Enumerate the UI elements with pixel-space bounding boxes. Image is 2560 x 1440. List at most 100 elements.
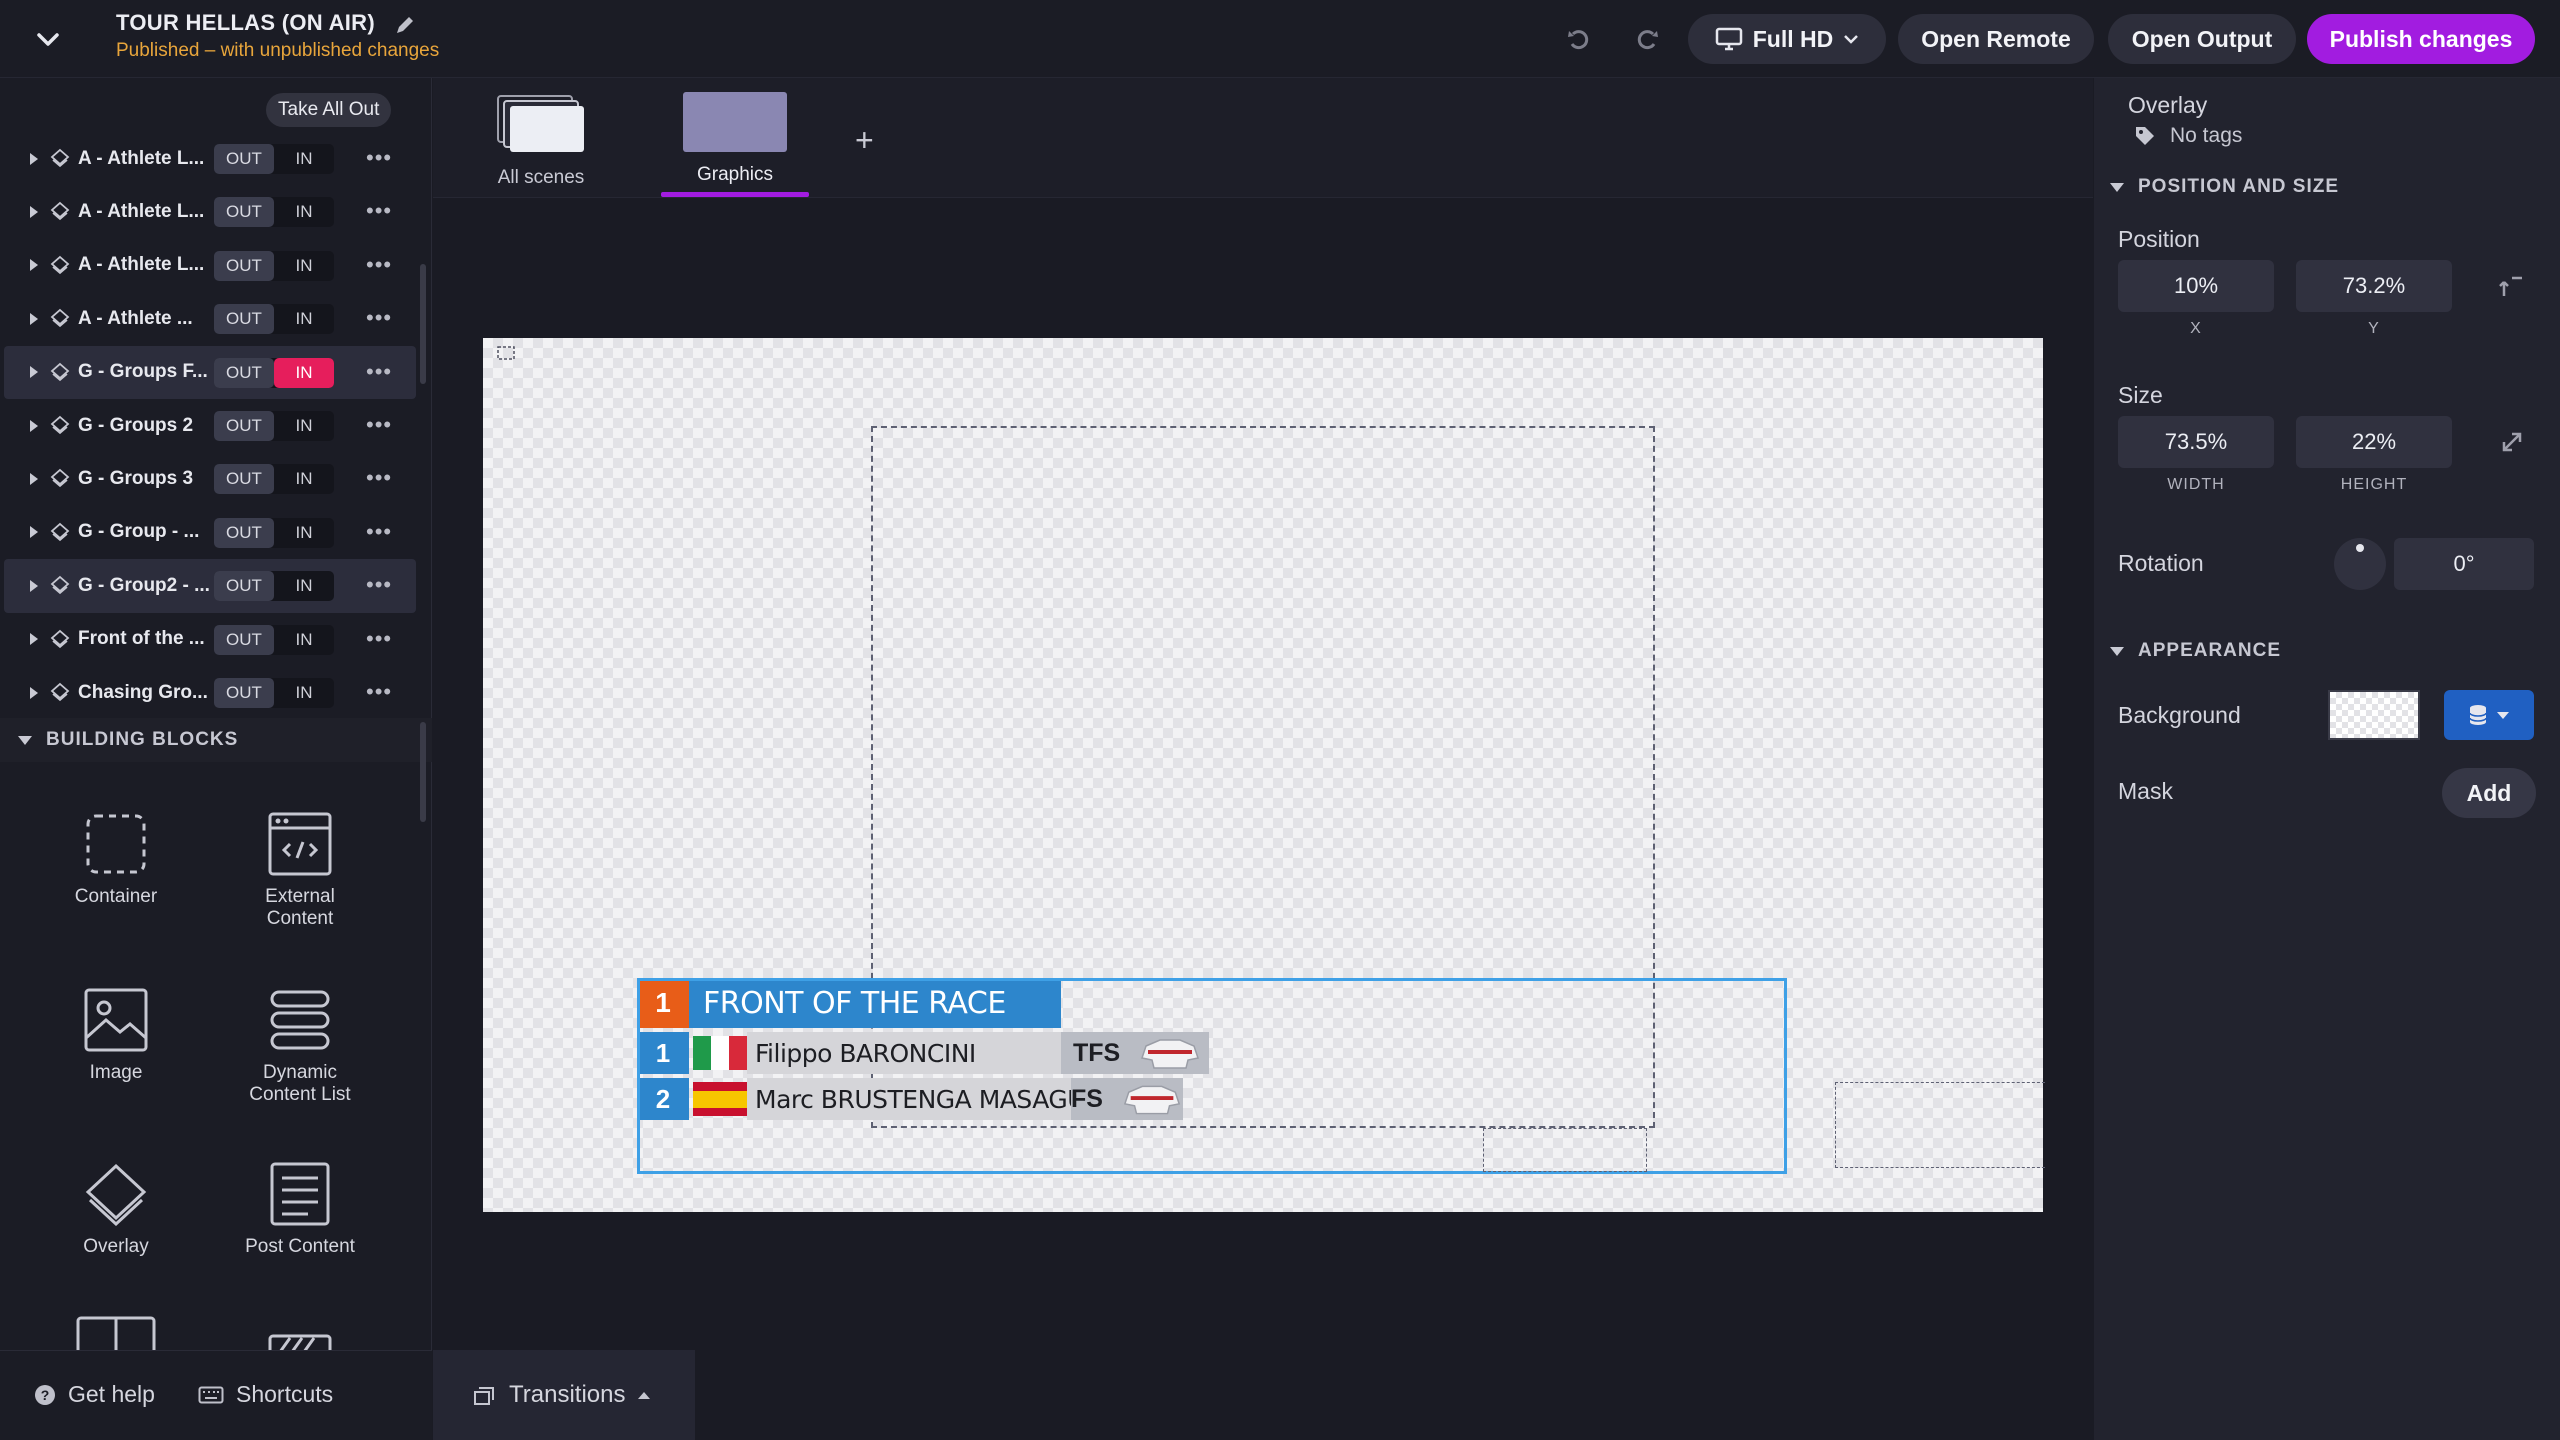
tags-row[interactable]: No tags — [2134, 124, 2242, 148]
add-mask-button[interactable]: Add — [2442, 768, 2536, 818]
rotation-input[interactable]: 0° — [2394, 538, 2534, 590]
out-button[interactable]: OUT — [214, 464, 274, 495]
out-button[interactable]: OUT — [214, 144, 274, 174]
appearance-header[interactable]: APPEARANCE — [2110, 640, 2281, 662]
block-image[interactable]: Image — [26, 988, 206, 1084]
in-button[interactable]: IN — [274, 625, 334, 655]
block-overlay[interactable]: Overlay — [26, 1162, 206, 1258]
edit-title-button[interactable] — [394, 14, 416, 41]
more-options-icon[interactable]: ••• — [366, 360, 392, 382]
more-options-icon[interactable]: ••• — [366, 467, 392, 489]
publish-changes-button[interactable]: Publish changes — [2307, 14, 2535, 64]
layer-row[interactable]: A - Athlete ... OUT IN ••• — [0, 292, 420, 345]
caret-right-icon[interactable] — [30, 366, 38, 379]
redo-button[interactable] — [1630, 22, 1664, 56]
block-partial-1[interactable] — [26, 1314, 206, 1350]
in-button[interactable]: IN — [274, 251, 334, 281]
fit-frame-icon[interactable] — [497, 346, 515, 360]
layer-row[interactable]: G - Group - ... OUT IN ••• — [0, 506, 420, 559]
out-button[interactable]: OUT — [214, 304, 274, 335]
out-button[interactable]: OUT — [214, 357, 274, 388]
in-button[interactable]: IN — [274, 357, 334, 388]
caret-right-icon[interactable] — [30, 473, 38, 486]
caret-right-icon[interactable] — [30, 686, 38, 699]
caret-right-icon[interactable] — [30, 419, 38, 432]
caret-right-icon[interactable] — [30, 152, 38, 165]
block-external-content[interactable]: External Content — [210, 812, 390, 930]
in-button[interactable]: IN — [274, 304, 334, 334]
out-button[interactable]: OUT — [214, 517, 274, 548]
layer-row[interactable]: A - Athlete L... OUT IN ••• — [0, 185, 420, 238]
layers-scrollbar[interactable] — [420, 264, 426, 384]
open-output-button[interactable]: Open Output — [2108, 14, 2296, 64]
layer-name: A - Athlete ... — [78, 307, 193, 329]
undo-button[interactable] — [1562, 22, 1596, 56]
resolution-dropdown[interactable]: Full HD — [1688, 14, 1886, 64]
layer-row[interactable]: G - Groups 2 OUT IN ••• — [0, 399, 420, 452]
caret-right-icon[interactable] — [30, 206, 38, 219]
layer-row[interactable]: A - Athlete L... OUT IN ••• — [0, 132, 420, 185]
layer-row[interactable]: A - Athlete L... OUT IN ••• — [0, 239, 420, 292]
more-options-icon[interactable]: ••• — [366, 680, 392, 702]
out-button[interactable]: OUT — [214, 250, 274, 281]
in-button[interactable]: IN — [274, 464, 334, 494]
offscreen-outline[interactable] — [1835, 1082, 2045, 1168]
height-input[interactable]: 22% — [2296, 416, 2452, 468]
more-options-icon[interactable]: ••• — [366, 627, 392, 649]
caret-right-icon[interactable] — [30, 259, 38, 272]
more-options-icon[interactable]: ••• — [366, 253, 392, 275]
rotation-dial[interactable] — [2334, 538, 2386, 590]
layer-row[interactable]: G - Groups 3 OUT IN ••• — [0, 452, 420, 505]
out-button[interactable]: OUT — [214, 571, 274, 602]
placeholder-outline[interactable] — [1483, 1128, 1647, 1172]
expand-icon[interactable] — [2498, 428, 2526, 456]
transitions-button[interactable]: Transitions — [433, 1350, 695, 1440]
position-size-header[interactable]: POSITION AND SIZE — [2110, 176, 2339, 198]
more-options-icon[interactable]: ••• — [366, 200, 392, 222]
background-source-dropdown[interactable] — [2444, 690, 2534, 740]
layer-row[interactable]: G - Groups F... OUT IN ••• — [4, 345, 416, 399]
background-color-swatch[interactable] — [2328, 690, 2420, 740]
caret-right-icon[interactable] — [30, 633, 38, 646]
blocks-scrollbar[interactable] — [420, 722, 426, 822]
block-container[interactable]: Container — [26, 812, 206, 908]
block-partial-2[interactable] — [210, 1332, 390, 1350]
in-button[interactable]: IN — [274, 411, 334, 441]
out-button[interactable]: OUT — [214, 624, 274, 655]
more-options-icon[interactable]: ••• — [366, 574, 392, 596]
layer-row[interactable]: Front of the ... OUT IN ••• — [0, 613, 420, 666]
out-button[interactable]: OUT — [214, 677, 274, 708]
position-y-input[interactable]: 73.2% — [2296, 260, 2452, 312]
collapse-menu-button[interactable] — [30, 22, 66, 58]
graphic-canvas[interactable]: 1 FRONT OF THE RACE 1 Filippo BARONCINI … — [483, 338, 2045, 1212]
caret-right-icon[interactable] — [30, 312, 38, 325]
more-options-icon[interactable]: ••• — [366, 413, 392, 435]
more-options-icon[interactable]: ••• — [366, 520, 392, 542]
layer-row[interactable]: Chasing Gro... OUT IN ••• — [0, 666, 420, 719]
caret-right-icon[interactable] — [30, 579, 38, 592]
more-options-icon[interactable]: ••• — [366, 307, 392, 329]
building-blocks-header[interactable]: BUILDING BLOCKS — [0, 718, 432, 762]
position-x-input[interactable]: 10% — [2118, 260, 2274, 312]
block-dynamic-content-list[interactable]: Dynamic Content List — [210, 988, 390, 1106]
tab-all-scenes[interactable]: All scenes — [471, 92, 611, 189]
out-button[interactable]: OUT — [214, 410, 274, 441]
shortcuts-button[interactable]: Shortcuts — [198, 1381, 333, 1408]
anchor-icon[interactable] — [2498, 272, 2526, 300]
more-options-icon[interactable]: ••• — [366, 147, 392, 169]
take-all-out-button[interactable]: Take All Out — [266, 93, 392, 127]
layer-row[interactable]: G - Group2 - ... OUT IN ••• — [4, 559, 416, 613]
out-button[interactable]: OUT — [214, 197, 274, 228]
block-post-content[interactable]: Post Content — [210, 1162, 390, 1258]
in-button[interactable]: IN — [274, 678, 334, 708]
in-button[interactable]: IN — [274, 144, 334, 174]
in-button[interactable]: IN — [274, 571, 334, 601]
in-button[interactable]: IN — [274, 197, 334, 227]
in-button[interactable]: IN — [274, 518, 334, 548]
caret-right-icon[interactable] — [30, 526, 38, 539]
get-help-button[interactable]: ? Get help — [34, 1381, 155, 1408]
tab-graphics[interactable]: Graphics — [665, 92, 805, 186]
add-scene-button[interactable]: + — [855, 122, 874, 159]
open-remote-button[interactable]: Open Remote — [1898, 14, 2094, 64]
width-input[interactable]: 73.5% — [2118, 416, 2274, 468]
